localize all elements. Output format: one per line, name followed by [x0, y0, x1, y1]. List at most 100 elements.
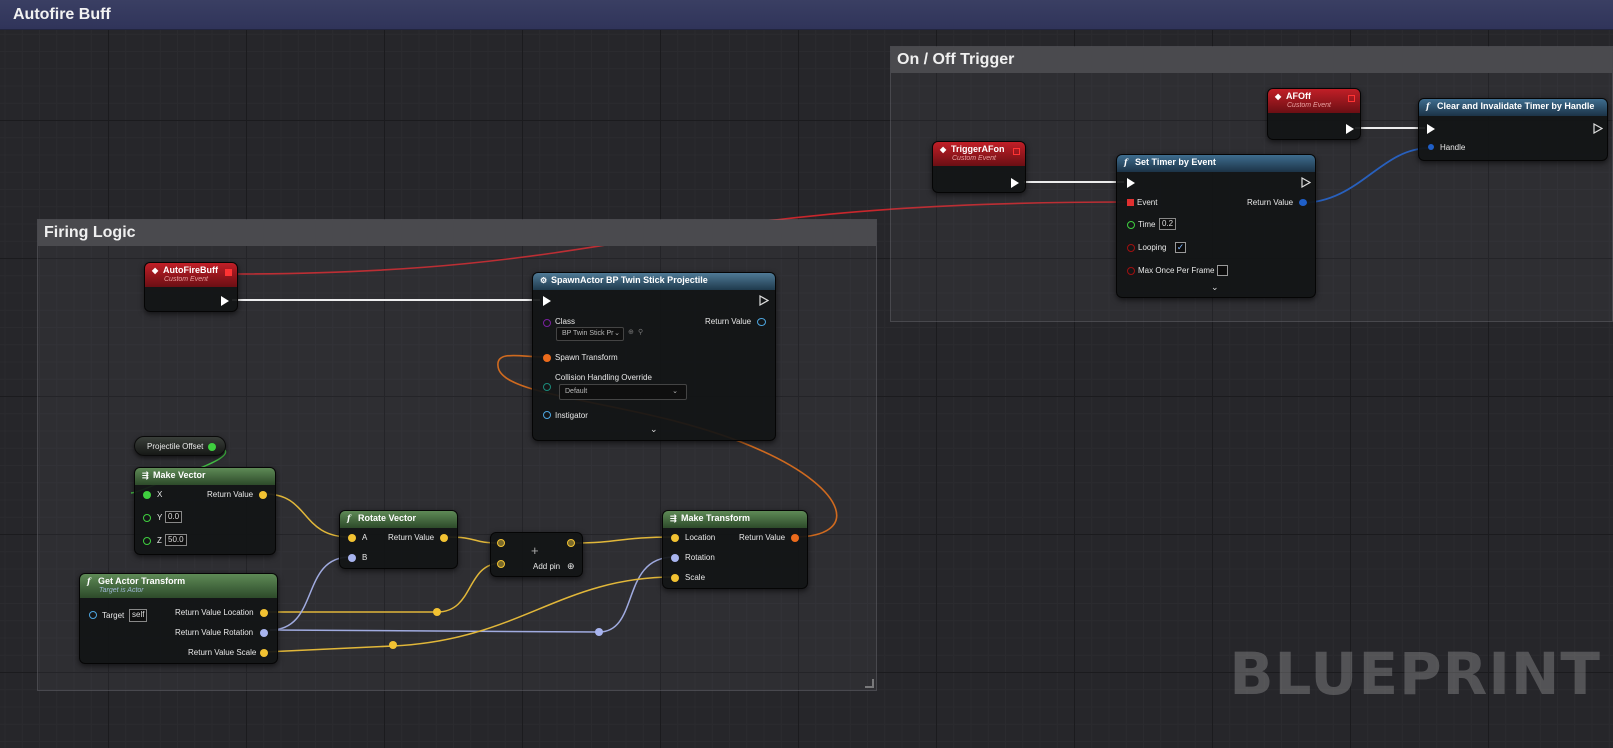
struct-make-icon: ⇶: [670, 514, 677, 523]
class-pin[interactable]: [543, 319, 551, 327]
return-value-pin[interactable]: [259, 491, 267, 499]
reroute-node-rotation[interactable]: [595, 628, 603, 636]
pin-label-handle: Handle: [1440, 143, 1466, 152]
exec-out-pin[interactable]: [1593, 123, 1603, 134]
target-input[interactable]: self: [129, 609, 148, 622]
pin-label-looping: Looping: [1138, 243, 1167, 252]
float-out-pin[interactable]: [208, 443, 216, 451]
add-input-a-pin[interactable]: [497, 539, 505, 547]
exec-out-pin[interactable]: [759, 295, 769, 306]
collision-pin[interactable]: [543, 383, 551, 391]
exec-in-pin[interactable]: [1127, 178, 1135, 188]
z-input[interactable]: 50.0: [165, 534, 187, 546]
reroute-node-scale[interactable]: [389, 641, 397, 649]
exec-out-pin[interactable]: [1346, 124, 1354, 134]
location-pin[interactable]: [671, 534, 679, 542]
looping-bool-pin[interactable]: [1127, 244, 1135, 252]
handle-pin[interactable]: [1428, 144, 1434, 150]
blueprint-watermark: BLUEPRINT: [1229, 640, 1601, 708]
return-value-pin[interactable]: [791, 534, 799, 542]
node-subtitle: Custom Event: [1287, 102, 1331, 109]
rv-rotation-pin[interactable]: [260, 629, 268, 637]
node-autofirebuff-event[interactable]: ◆ AutoFireBuff Custom Event: [144, 262, 238, 312]
instigator-pin[interactable]: [543, 411, 551, 419]
x-pin[interactable]: [143, 491, 151, 499]
delegate-pin[interactable]: [1348, 95, 1355, 102]
exec-in-pin[interactable]: [1427, 124, 1435, 134]
scale-pin[interactable]: [671, 574, 679, 582]
event-delegate-pin[interactable]: [1127, 199, 1134, 206]
z-pin[interactable]: [143, 537, 151, 545]
chevron-down-icon: ⌄: [614, 330, 620, 337]
class-value: BP Twin Stick Pr: [562, 330, 614, 337]
add-output-pin[interactable]: [567, 539, 575, 547]
target-pin[interactable]: [89, 611, 97, 619]
add-input-b-pin[interactable]: [497, 560, 505, 568]
graph-title: Autofire Buff: [0, 0, 1613, 30]
y-input[interactable]: 0.0: [165, 511, 183, 523]
node-triggerafon-event[interactable]: ◆ TriggerAFon Custom Event: [932, 141, 1026, 193]
time-input[interactable]: 0.2: [1159, 218, 1177, 230]
a-pin[interactable]: [348, 534, 356, 542]
time-float-pin[interactable]: [1127, 221, 1135, 229]
return-value-pin[interactable]: [440, 534, 448, 542]
collision-value: Default: [565, 388, 588, 395]
exec-out-pin[interactable]: [1011, 178, 1019, 188]
node-clear-invalidate-timer[interactable]: f Clear and Invalidate Timer by Handle Ha…: [1418, 98, 1608, 161]
delegate-pin[interactable]: [225, 269, 232, 276]
event-diamond-icon: ◆: [152, 266, 159, 275]
node-header: f Get Actor Transform Target is Actor: [80, 574, 277, 598]
node-spawn-actor[interactable]: ⚙ SpawnActor BP Twin Stick Projectile Cla…: [532, 272, 776, 441]
comment-title[interactable]: On / Off Trigger: [891, 47, 1612, 73]
expand-chevron-icon[interactable]: ⌄: [650, 424, 658, 435]
rotation-pin[interactable]: [671, 554, 679, 562]
node-get-actor-transform[interactable]: f Get Actor Transform Target is Actor Tar…: [79, 573, 278, 664]
delegate-pin[interactable]: [1013, 148, 1020, 155]
spawn-actor-icon: ⚙: [540, 276, 548, 285]
node-rotate-vector[interactable]: f Rotate Vector A Return Value B: [339, 510, 458, 569]
node-set-timer-by-event[interactable]: f Set Timer by Event Event Return Value T…: [1116, 154, 1316, 298]
node-header: ◆ TriggerAFon Custom Event: [933, 142, 1025, 166]
pin-label-return-value: Return Value: [739, 533, 786, 542]
spawn-transform-pin[interactable]: [543, 354, 551, 362]
class-dropdown[interactable]: BP Twin Stick Pr ⌄: [556, 327, 624, 341]
return-value-pin[interactable]: [757, 318, 766, 326]
function-icon: f: [1124, 157, 1128, 167]
search-icon[interactable]: ⚲: [638, 328, 643, 336]
node-make-vector[interactable]: ⇶ Make Vector X Return Value Y 0.0 Z 50.0: [134, 467, 276, 555]
node-header: ◆ AutoFireBuff Custom Event: [145, 263, 237, 287]
node-add-vector[interactable]: + Add pin ⊕: [490, 532, 583, 577]
resize-handle[interactable]: [865, 679, 874, 688]
max-once-bool-pin[interactable]: [1127, 267, 1135, 275]
pin-label-rv-scale: Return Value Scale: [188, 648, 257, 657]
pin-label-rv-location: Return Value Location: [175, 608, 254, 617]
reroute-node-location[interactable]: [433, 608, 441, 616]
browse-icon[interactable]: ⊕: [628, 328, 634, 336]
b-pin[interactable]: [348, 554, 356, 562]
y-pin[interactable]: [143, 514, 151, 522]
node-subtitle: Custom Event: [164, 276, 208, 283]
collision-dropdown[interactable]: Default ⌄: [559, 384, 687, 400]
looping-checkbox[interactable]: ✓: [1175, 242, 1186, 253]
exec-out-pin[interactable]: [221, 296, 229, 306]
comment-title[interactable]: Firing Logic: [38, 220, 876, 246]
exec-in-pin[interactable]: [543, 296, 551, 306]
add-pin-icon[interactable]: ⊕: [567, 561, 575, 572]
exec-out-pin[interactable]: [1301, 177, 1311, 188]
pin-label-b: B: [362, 553, 368, 562]
pin-label-max-once: Max Once Per Frame: [1138, 266, 1215, 275]
rv-location-pin[interactable]: [260, 609, 268, 617]
expand-chevron-icon[interactable]: ⌄: [1211, 282, 1219, 293]
variable-name: Projectile Offset: [147, 442, 204, 451]
node-title: Set Timer by Event: [1135, 157, 1216, 167]
node-make-transform[interactable]: ⇶ Make Transform Location Return Value Ro…: [662, 510, 808, 589]
event-diamond-icon: ◆: [940, 145, 947, 154]
node-afoff-event[interactable]: ◆ AFOff Custom Event: [1267, 88, 1361, 140]
pin-label-y: Y: [157, 513, 163, 522]
add-pin-label[interactable]: Add pin: [533, 562, 560, 571]
rv-scale-pin[interactable]: [260, 649, 268, 657]
pin-label-return-value: Return Value: [388, 533, 435, 542]
node-projectile-offset-var[interactable]: Projectile Offset: [134, 436, 226, 456]
max-once-checkbox[interactable]: [1217, 265, 1228, 276]
return-value-pin[interactable]: [1299, 199, 1307, 206]
